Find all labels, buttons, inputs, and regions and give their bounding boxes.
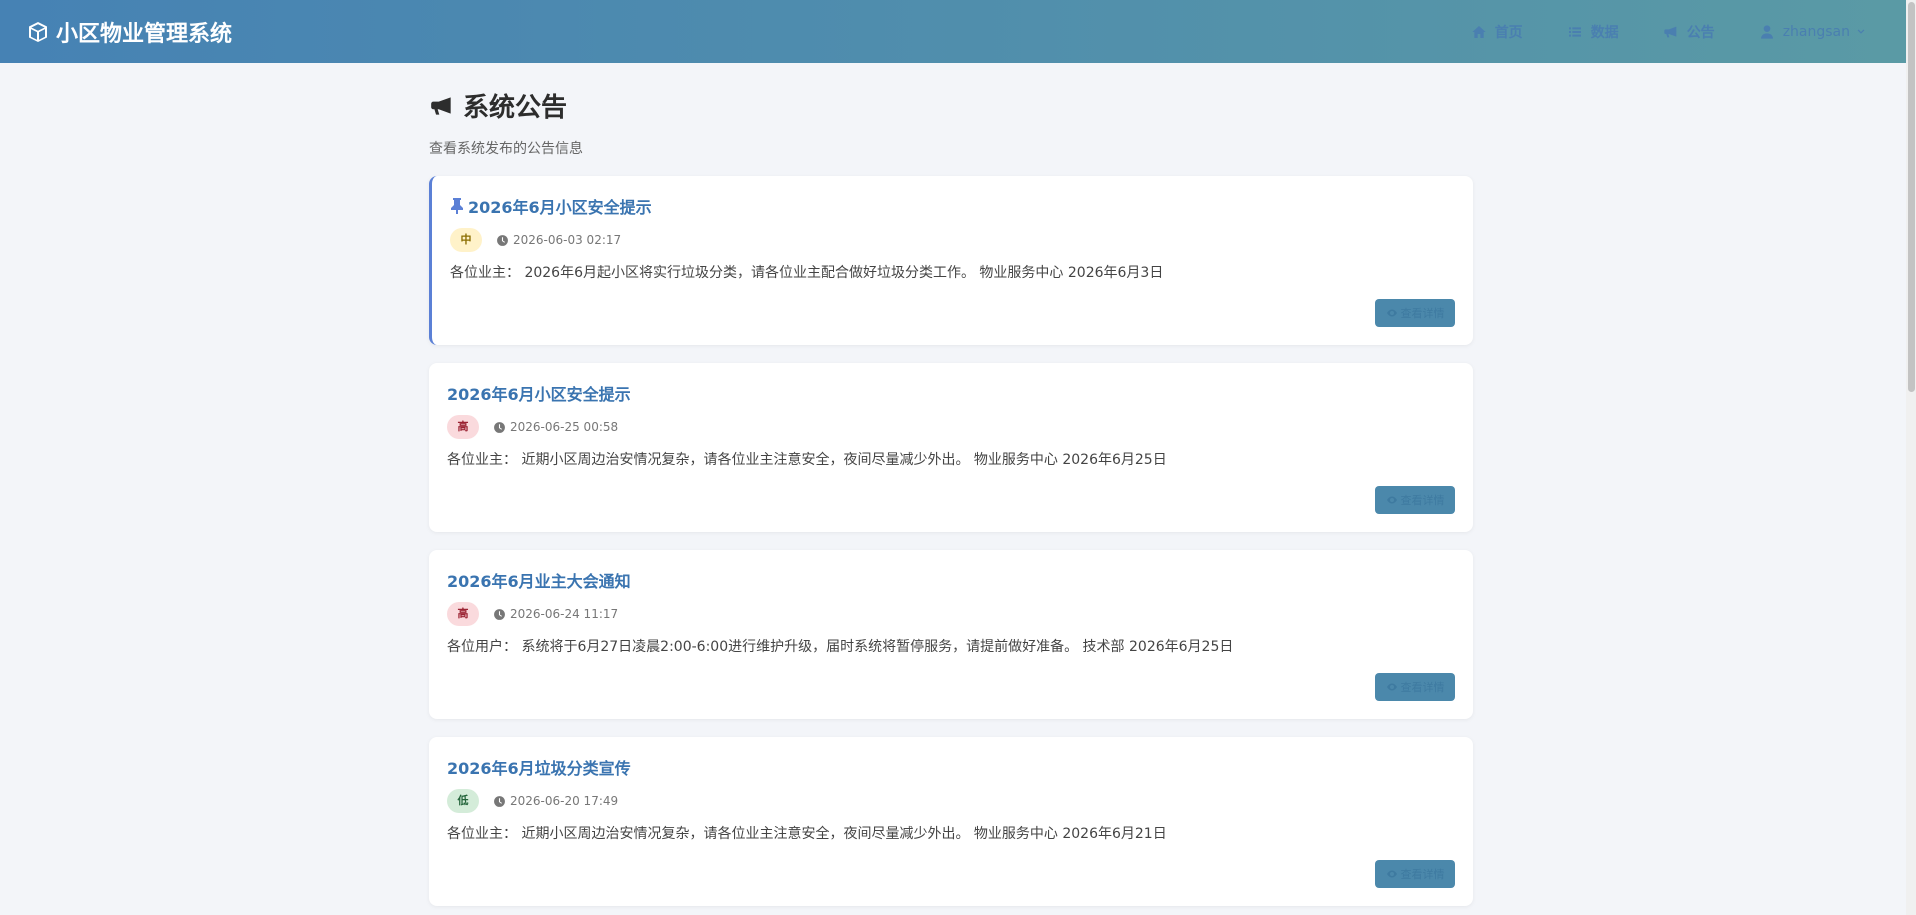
- page-title-text: 系统公告: [463, 93, 568, 123]
- nav-item-home[interactable]: 首页: [1471, 22, 1523, 42]
- announcement-card[interactable]: 2026年6月小区安全提示 中 2026-06-03 02:17 各位业主： 2…: [429, 176, 1473, 345]
- page-title: 系统公告: [429, 87, 1473, 124]
- view-detail-button[interactable]: 查看详情: [1375, 299, 1455, 327]
- announcement-meta: 高 2026-06-25 00:58: [447, 415, 1455, 439]
- announcement-title[interactable]: 2026年6月小区安全提示: [447, 381, 1455, 405]
- eye-icon: [1386, 683, 1397, 691]
- view-detail-button[interactable]: 查看详情: [1375, 486, 1455, 514]
- priority-badge: 高: [447, 415, 479, 439]
- priority-badge: 高: [447, 602, 479, 626]
- page-scrollbar[interactable]: [1906, 0, 1916, 915]
- main-content: 系统公告 查看系统发布的公告信息 2026年6月小区安全提示 中 2026-06…: [429, 63, 1473, 906]
- user-icon: [1760, 24, 1773, 39]
- brand-title: 小区物业管理系统: [56, 21, 233, 47]
- view-detail-label: 查看详情: [1400, 868, 1445, 881]
- priority-badge: 低: [447, 789, 479, 813]
- list-icon: [1568, 26, 1581, 37]
- brand[interactable]: 小区物业管理系统: [26, 16, 232, 48]
- view-detail-button[interactable]: 查看详情: [1375, 673, 1455, 701]
- announcement-date: 2026-06-25 00:58: [493, 420, 618, 434]
- page-subtitle: 查看系统发布的公告信息: [429, 141, 583, 157]
- nav-item-label: 数据: [1590, 24, 1619, 41]
- announcement-meta: 高 2026-06-24 11:17: [447, 602, 1455, 626]
- clock-icon: [494, 795, 505, 807]
- announcement-date-text: 2026-06-24 11:17: [510, 607, 619, 621]
- chevron-down-icon: [1857, 29, 1865, 34]
- clock-icon: [494, 421, 505, 433]
- announcement-card[interactable]: 2026年6月业主大会通知 高 2026-06-24 11:17 各位用户： 系…: [429, 550, 1473, 719]
- view-detail-label: 查看详情: [1400, 494, 1445, 507]
- announcement-title-text: 2026年6月垃圾分类宣传: [447, 759, 631, 778]
- announcement-title-text: 2026年6月业主大会通知: [447, 572, 631, 591]
- announcement-title[interactable]: 2026年6月垃圾分类宣传: [447, 755, 1455, 779]
- clock-icon: [494, 608, 505, 620]
- announcement-date-text: 2026-06-03 02:17: [513, 233, 622, 247]
- clock-icon: [497, 234, 508, 246]
- announcement-title-text: 2026年6月小区安全提示: [447, 385, 631, 404]
- nav-item-announcement[interactable]: 公告: [1663, 22, 1715, 42]
- announcement-meta: 中 2026-06-03 02:17: [450, 228, 1455, 252]
- scrollbar-thumb[interactable]: [1908, 2, 1915, 392]
- announcement-title[interactable]: 2026年6月业主大会通知: [447, 568, 1455, 592]
- bullhorn-icon: [431, 96, 451, 115]
- announcement-date-text: 2026-06-20 17:49: [510, 794, 619, 808]
- announcement-card[interactable]: 2026年6月小区安全提示 高 2026-06-25 00:58 各位业主： 近…: [429, 363, 1473, 532]
- nav-item-label: 公告: [1686, 24, 1715, 41]
- nav-menu: 首页 数据 公告 zhangsan: [1427, 0, 1866, 63]
- announcement-content: 各位用户： 系统将于6月27日凌晨2:00-6:00进行维护升级，届时系统将暂停…: [447, 639, 1234, 655]
- announcement-title-text: 2026年6月小区安全提示: [468, 198, 652, 217]
- view-detail-label: 查看详情: [1400, 681, 1445, 694]
- bullhorn-icon: [1664, 26, 1677, 37]
- view-detail-label: 查看详情: [1400, 307, 1445, 320]
- priority-badge: 中: [450, 228, 482, 252]
- announcement-date: 2026-06-24 11:17: [493, 607, 618, 621]
- user-menu[interactable]: zhangsan: [1759, 24, 1866, 40]
- announcement-content: 各位业主： 近期小区周边治安情况复杂，请各位业主注意安全，夜间尽量减少外出。 物…: [447, 826, 1167, 842]
- nav-item-data[interactable]: 数据: [1567, 22, 1619, 42]
- announcement-date-text: 2026-06-25 00:58: [510, 420, 619, 434]
- home-icon: [1472, 25, 1486, 38]
- announcement-date: 2026-06-03 02:17: [496, 233, 621, 247]
- user-name: zhangsan: [1782, 23, 1850, 40]
- eye-icon: [1386, 496, 1397, 504]
- navbar: 小区物业管理系统 首页 数据 公告 zhangsan: [0, 0, 1906, 63]
- announcement-title[interactable]: 2026年6月小区安全提示: [450, 194, 1455, 218]
- view-detail-button[interactable]: 查看详情: [1375, 860, 1455, 888]
- announcement-meta: 低 2026-06-20 17:49: [447, 789, 1455, 813]
- eye-icon: [1386, 870, 1397, 878]
- eye-icon: [1386, 309, 1397, 317]
- nav-item-label: 首页: [1494, 24, 1523, 41]
- announcement-content: 各位业主： 2026年6月起小区将实行垃圾分类，请各位业主配合做好垃圾分类工作。…: [450, 265, 1164, 281]
- announcement-card[interactable]: 2026年6月垃圾分类宣传 低 2026-06-20 17:49 各位业主： 近…: [429, 737, 1473, 906]
- pin-icon: [451, 198, 463, 214]
- announcement-date: 2026-06-20 17:49: [493, 794, 618, 808]
- announcement-content: 各位业主： 近期小区周边治安情况复杂，请各位业主注意安全，夜间尽量减少外出。 物…: [447, 452, 1167, 468]
- cube-icon: [29, 21, 47, 42]
